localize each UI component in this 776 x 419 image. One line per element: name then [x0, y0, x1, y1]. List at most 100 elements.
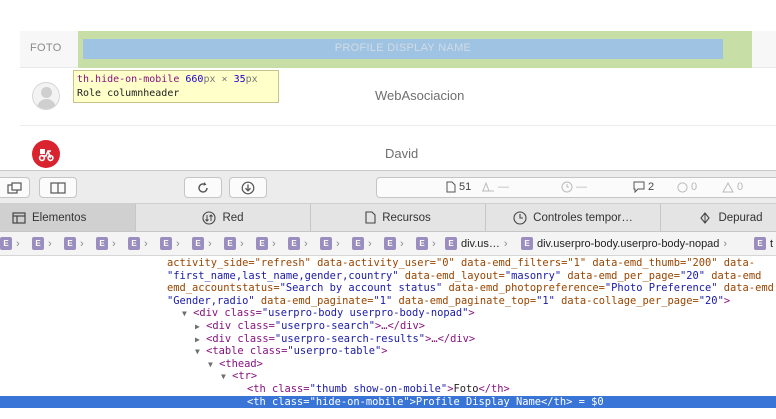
breadcrumb-item-current[interactable]: Ediv.userpro-body.userpro-body-nopad › [521, 237, 727, 250]
breadcrumb-item[interactable]: Ediv.us… › [445, 237, 508, 250]
chevron-right-icon: › [48, 237, 52, 250]
tag-text: <table class= [206, 345, 288, 358]
element-badge-icon: E [320, 237, 332, 250]
dom-line-selected[interactable]: <th class="hide-on-mobile">Profile Displ… [0, 395, 776, 409]
breadcrumb-item[interactable]: E › [0, 237, 20, 250]
tag-text: > [381, 345, 388, 358]
inspector-toolbar: 51 — — 2 0 0 [0, 170, 776, 204]
disclosure-open-icon[interactable]: ▼ [182, 309, 187, 318]
disclosure-open-icon[interactable]: ▼ [221, 372, 226, 381]
breadcrumb-item[interactable]: E › [32, 237, 52, 250]
dom-line[interactable]: ▼ <table class="userpro-table"> [195, 345, 776, 358]
dom-breadcrumb: E › E › E › E › E › E › E › E › E › E › E › E › E › E… [0, 232, 776, 256]
element-badge-icon: E [384, 237, 396, 250]
user-name[interactable]: David [385, 146, 418, 161]
chevron-right-icon: › [16, 237, 20, 250]
avatar[interactable] [32, 140, 60, 168]
dom-line[interactable]: ▼ <thead> [208, 358, 776, 371]
attr-name: data-collage_per_page= [554, 294, 699, 307]
dom-line[interactable]: emd_accountstatus="Search by account sta… [167, 282, 776, 295]
reload-button[interactable] [184, 177, 222, 198]
avatar[interactable] [32, 82, 60, 110]
network-indicator[interactable]: — [481, 181, 509, 193]
tag-text: </th> [541, 395, 573, 408]
network-dash: — [498, 181, 509, 193]
element-badge-icon: E [160, 237, 172, 250]
attr-value: "userpro-body userpro-body-nopad" [261, 307, 469, 320]
dom-line[interactable]: ▼ <div class="userpro-body userpro-body-… [182, 307, 776, 320]
tag-text: <tr> [232, 370, 258, 383]
clock-icon [513, 210, 527, 225]
chevron-right-icon: › [144, 237, 148, 250]
disclosure-closed-icon[interactable]: ▶ [195, 322, 200, 331]
breadcrumb-item[interactable]: Et [754, 237, 773, 250]
disclosure-closed-icon[interactable]: ▶ [195, 335, 200, 344]
breadcrumb-item[interactable]: E › [288, 237, 308, 250]
tag-text: <th class= [247, 383, 310, 395]
breadcrumb-label: div.us… [461, 237, 500, 250]
console-ref: = $0 [572, 395, 604, 408]
user-name[interactable]: WebAsociacion [375, 88, 464, 103]
tooltip-unit: px [245, 74, 258, 85]
breadcrumb-item[interactable]: E › [160, 237, 180, 250]
attr-value: "hide-on-mobile" [309, 395, 410, 408]
tab-network[interactable]: Red [136, 204, 311, 231]
dom-line[interactable]: activity_side="refresh" data-activity_us… [167, 257, 776, 270]
tab-debugger[interactable]: Depurad [661, 204, 776, 231]
tag-text: > [723, 294, 731, 307]
tag-text: <div class= [206, 332, 275, 345]
dom-line[interactable]: "first_name,last_name,gender,country" da… [167, 270, 776, 283]
errors-indicator[interactable]: 0 [677, 181, 697, 193]
chevron-right-icon: › [176, 237, 180, 250]
resources-indicator[interactable]: 51 [446, 181, 471, 193]
node-text: Profile Display Name [415, 395, 542, 408]
table-row[interactable]: David [20, 126, 776, 170]
debugger-icon [700, 211, 711, 224]
inspector-tab-bar: Elementos Red Recursos Controles tempor…… [0, 204, 776, 232]
breadcrumb-item[interactable]: E › [416, 237, 436, 250]
warnings-indicator[interactable]: 0 [722, 181, 743, 193]
tab-timelines[interactable]: Controles tempor… [486, 204, 661, 231]
breadcrumb-item[interactable]: E › [224, 237, 244, 250]
scooter-icon [38, 149, 54, 162]
element-badge-icon: E [445, 237, 457, 250]
breadcrumb-label: div.userpro-body.userpro-body-nopad [537, 237, 720, 250]
messages-indicator[interactable]: 2 [633, 181, 654, 193]
load-time-dash: — [576, 181, 587, 193]
attr-value: "1" [373, 294, 393, 307]
attr-name: emd_accountstatus= [167, 282, 280, 295]
element-badge-icon: E [416, 237, 428, 250]
dom-line[interactable]: "Gender,radio" data-emd_paginate="1" dat… [167, 295, 776, 308]
attr-value: "20" [680, 269, 706, 282]
breadcrumb-item[interactable]: E › [128, 237, 148, 250]
errors-count: 0 [691, 181, 698, 193]
dom-line[interactable]: <th class="thumb show-on-mobile">Foto</t… [247, 383, 776, 396]
element-badge-icon: E [128, 237, 140, 250]
breadcrumb-item[interactable]: E › [384, 237, 404, 250]
attr-name: data-emd [717, 282, 774, 295]
breadcrumb-item[interactable]: E › [64, 237, 84, 250]
disclosure-open-icon[interactable]: ▼ [208, 360, 213, 369]
tooltip-role-line: Role columnheader [77, 87, 275, 101]
dock-button[interactable] [0, 177, 30, 198]
download-button[interactable] [229, 177, 267, 198]
dom-line[interactable]: ▼ <tr> [221, 370, 776, 383]
load-time-indicator[interactable]: — [561, 181, 587, 193]
dom-line[interactable]: ▶ <div class="userpro-search-results">…<… [195, 333, 776, 346]
tooltip-width: 660 [185, 74, 204, 85]
tab-elements[interactable]: Elementos [0, 204, 136, 231]
breadcrumb-item[interactable]: E › [192, 237, 212, 250]
disclosure-open-icon[interactable]: ▼ [195, 347, 200, 356]
breadcrumb-item[interactable]: E › [320, 237, 340, 250]
breadcrumb-item[interactable]: E › [96, 237, 116, 250]
column-header-foto[interactable]: FOTO [30, 42, 62, 54]
chevron-right-icon: › [208, 237, 212, 250]
column-header-profile-name[interactable]: PROFILE DISPLAY NAME [83, 42, 723, 54]
tab-resources[interactable]: Recursos [311, 204, 486, 231]
attr-value: "1" [536, 294, 555, 307]
split-view-button[interactable] [39, 177, 77, 198]
tooltip-size-line: th.hide-on-mobile 660px × 35px [77, 73, 275, 87]
breadcrumb-item[interactable]: E › [256, 237, 276, 250]
breadcrumb-item[interactable]: E › [352, 237, 372, 250]
dom-line[interactable]: ▶ <div class="userpro-search">…</div> [195, 320, 776, 333]
